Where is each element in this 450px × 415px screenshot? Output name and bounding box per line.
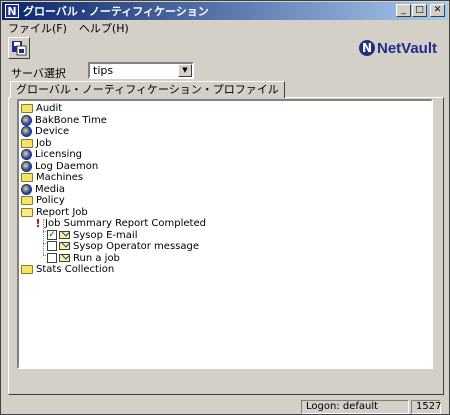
tree-item-label: Log Daemon	[35, 160, 99, 172]
tree-item-label: Device	[35, 125, 70, 137]
tree-item-label: Sysop E-mail	[73, 229, 138, 241]
globe-icon	[21, 148, 32, 160]
tree-item-audit[interactable]: Audit	[21, 102, 62, 114]
sysop-email-checkbox[interactable]: ✓	[47, 230, 57, 240]
main-window: N グローバル・ノーティフィケーション _ □ ✕ ファイル(F) ヘルプ(H)…	[0, 0, 450, 415]
tree-item-label: Job	[36, 137, 52, 149]
maximize-button[interactable]: □	[412, 4, 427, 17]
tree-item-device[interactable]: Device	[21, 125, 69, 137]
close-button[interactable]: ✕	[430, 4, 445, 17]
globe-icon	[21, 160, 32, 172]
tree-item-label: Licensing	[35, 148, 83, 160]
globe-icon	[21, 125, 32, 137]
netvault-app-icon: N	[5, 4, 19, 18]
folder-open-icon	[21, 207, 33, 217]
tree-item-label: Machines	[36, 171, 84, 183]
window-title: グローバル・ノーティフィケーション	[23, 5, 209, 18]
logo-text: NetVault	[376, 39, 437, 57]
tree-item-label: Audit	[36, 102, 63, 114]
status-logon: Logon: default	[301, 400, 409, 414]
exclamation-icon: !	[35, 216, 41, 230]
menu-help[interactable]: ヘルプ(H)	[73, 20, 135, 36]
folder-icon	[21, 195, 33, 205]
globe-icon	[21, 183, 32, 195]
tree-item-label: Job Summary Report Completed	[45, 217, 206, 229]
netvault-logo: N NetVault	[358, 37, 437, 59]
folder-icon	[21, 138, 33, 148]
mail-icon	[59, 242, 70, 250]
folder-icon	[21, 264, 33, 274]
window-controls: _ □ ✕	[395, 4, 445, 17]
server-select-value: tips	[93, 64, 114, 77]
folder-icon	[21, 103, 33, 113]
netvault-logo-icon: N	[358, 40, 375, 56]
tree-item-label: Report Job	[36, 206, 88, 218]
sysop-operator-message-checkbox[interactable]	[47, 241, 57, 251]
server-select[interactable]: tips ▼	[88, 62, 194, 79]
tree-item-label: Media	[35, 183, 66, 195]
toolbar-save-button[interactable]	[8, 37, 30, 59]
globe-icon	[21, 114, 32, 126]
tree-item-label: Run a job	[73, 252, 120, 264]
run-a-job-checkbox[interactable]	[47, 253, 57, 263]
notification-tree[interactable]: Audit BakBone Time Device Job Licensing …	[17, 99, 433, 369]
mail-icon	[59, 231, 70, 239]
tree-item-policy[interactable]: Policy	[21, 194, 65, 206]
mail-icon	[59, 254, 70, 262]
tree-item-label: Sysop Operator message	[73, 240, 200, 252]
tree-item-label: Policy	[36, 194, 65, 206]
tree-item-machines[interactable]: Machines	[21, 171, 83, 183]
tree-item-stats-collection[interactable]: Stats Collection	[21, 263, 114, 275]
folder-icon	[21, 172, 33, 182]
save-icon	[12, 41, 27, 56]
chevron-down-icon[interactable]: ▼	[178, 64, 192, 77]
title-bar[interactable]: N グローバル・ノーティフィケーション _ □ ✕	[2, 2, 448, 20]
server-select-label: サーバ選択	[11, 67, 66, 80]
tree-item-label: Stats Collection	[36, 263, 115, 275]
menu-file[interactable]: ファイル(F)	[2, 20, 73, 36]
menu-bar: ファイル(F) ヘルプ(H)	[2, 20, 448, 36]
tree-item-job-summary-report[interactable]: ! Job Summary Report Completed	[35, 216, 206, 230]
tree-item-sysop-operator-message[interactable]: Sysop Operator message	[47, 240, 199, 252]
tree-item-licensing[interactable]: Licensing	[21, 148, 82, 160]
tab-notification-profile[interactable]: グローバル・ノーティフィケーション・プロファイル	[10, 81, 285, 98]
status-number: 1527	[411, 400, 441, 414]
minimize-button[interactable]: _	[396, 4, 411, 17]
tree-item-label: BakBone Time	[35, 114, 107, 126]
